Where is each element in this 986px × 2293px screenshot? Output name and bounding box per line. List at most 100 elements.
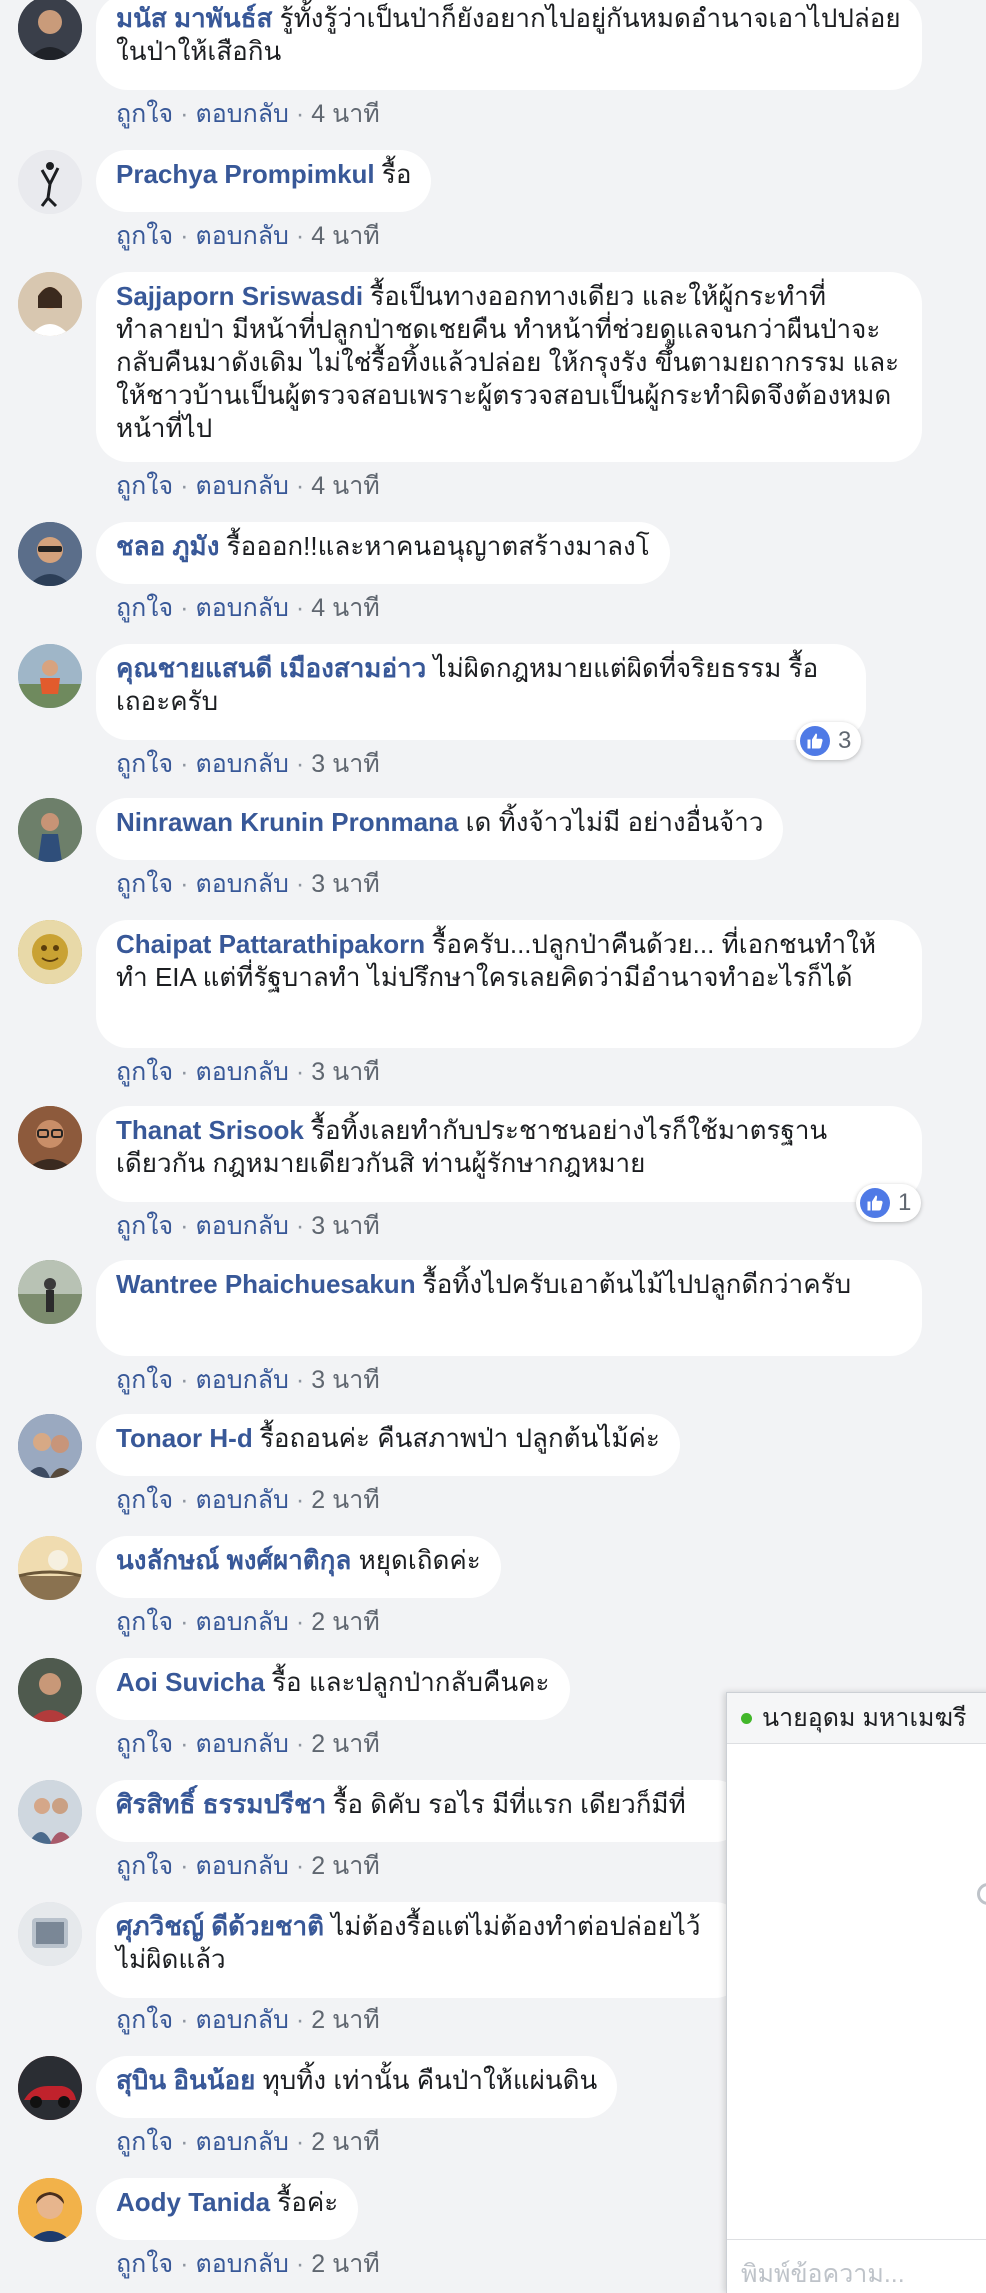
- comment-time[interactable]: 4 นาที: [311, 222, 379, 250]
- comment-author[interactable]: Ninrawan Krunin Pronmana: [116, 807, 458, 837]
- comment-actions: ถูกใจ · ตอบกลับ · 2 นาที: [116, 1602, 380, 1642]
- reply-link[interactable]: ตอบกลับ: [195, 472, 288, 500]
- like-link[interactable]: ถูกใจ: [116, 2128, 173, 2156]
- like-link[interactable]: ถูกใจ: [116, 100, 173, 128]
- reply-link[interactable]: ตอบกลับ: [195, 594, 288, 622]
- avatar[interactable]: [18, 1902, 82, 1966]
- reply-link[interactable]: ตอบกลับ: [195, 2128, 288, 2156]
- avatar[interactable]: [18, 644, 82, 708]
- like-link[interactable]: ถูกใจ: [116, 750, 173, 778]
- reply-link[interactable]: ตอบกลับ: [195, 1366, 288, 1394]
- avatar[interactable]: [18, 1106, 82, 1170]
- separator: ·: [295, 472, 305, 500]
- comment-time[interactable]: 2 นาที: [311, 2006, 379, 2034]
- like-link[interactable]: ถูกใจ: [116, 2250, 173, 2278]
- comment-author[interactable]: นงลักษณ์ พงศ์ผาติกุล: [116, 1545, 351, 1575]
- reply-link[interactable]: ตอบกลับ: [195, 1212, 288, 1240]
- comment-time[interactable]: 2 นาที: [311, 2128, 379, 2156]
- comment-time[interactable]: 3 นาที: [311, 750, 379, 778]
- comment-time[interactable]: 4 นาที: [311, 594, 379, 622]
- separator: ·: [180, 2006, 189, 2034]
- avatar[interactable]: [18, 1414, 82, 1478]
- reply-link[interactable]: ตอบกลับ: [195, 1058, 288, 1086]
- comment-author[interactable]: Aody Tanida: [116, 2187, 270, 2217]
- comment-author[interactable]: Thanat Srisook: [116, 1115, 304, 1145]
- reaction-count[interactable]: 3: [796, 722, 862, 760]
- comment-time[interactable]: 3 นาที: [311, 1212, 379, 1240]
- chat-header[interactable]: นายอุดม มหาเมฆรี: [727, 1693, 986, 1744]
- reply-link[interactable]: ตอบกลับ: [195, 222, 288, 250]
- like-link[interactable]: ถูกใจ: [116, 1486, 173, 1514]
- comment-author[interactable]: Prachya Prompimkul: [116, 159, 375, 189]
- comment-author[interactable]: มนัส มาพันธ์ส: [116, 3, 272, 33]
- avatar[interactable]: [18, 920, 82, 984]
- comment-bubble: Aoi Suvicha รื้อ และปลูกป่ากลับคืนคะ: [96, 1658, 570, 1720]
- comment-text: รื้อค่ะ: [277, 2187, 339, 2217]
- comment-time[interactable]: 3 นาที: [311, 870, 379, 898]
- reply-link[interactable]: ตอบกลับ: [195, 870, 288, 898]
- like-link[interactable]: ถูกใจ: [116, 1366, 173, 1394]
- comment-time[interactable]: 3 นาที: [311, 1058, 379, 1086]
- like-link[interactable]: ถูกใจ: [116, 2006, 173, 2034]
- separator: ·: [180, 2128, 189, 2156]
- comment-time[interactable]: 2 นาที: [311, 1486, 379, 1514]
- reply-link[interactable]: ตอบกลับ: [195, 1730, 288, 1758]
- comment-time[interactable]: 2 นาที: [311, 2250, 379, 2278]
- comment-author[interactable]: สุบิน อินน้อย: [116, 2065, 255, 2095]
- avatar[interactable]: [18, 522, 82, 586]
- comment-author[interactable]: คุณชายแสนดี เมืองสามอ่าว: [116, 653, 426, 683]
- chat-contact-name[interactable]: นายอุดม มหาเมฆรี: [762, 1698, 966, 1738]
- comment-bubble: Aody Tanida รื้อค่ะ: [96, 2178, 359, 2240]
- avatar[interactable]: [18, 1536, 82, 1600]
- comment-time[interactable]: 2 นาที: [311, 1852, 379, 1880]
- comment-time[interactable]: 2 นาที: [311, 1608, 379, 1636]
- comment-author[interactable]: Sajjaporn Sriswasdi: [116, 281, 363, 311]
- reaction-count[interactable]: 1: [856, 1184, 922, 1222]
- separator: ·: [295, 100, 305, 128]
- chat-message-input[interactable]: พิมพ์ข้อความ...: [727, 2239, 986, 2293]
- avatar[interactable]: [18, 1658, 82, 1722]
- reply-link[interactable]: ตอบกลับ: [195, 2006, 288, 2034]
- like-link[interactable]: ถูกใจ: [116, 472, 173, 500]
- reply-link[interactable]: ตอบกลับ: [195, 1486, 288, 1514]
- avatar[interactable]: [18, 798, 82, 862]
- comment-actions: ถูกใจ · ตอบกลับ · 3 นาที: [116, 1360, 380, 1400]
- avatar[interactable]: [18, 2178, 82, 2242]
- comment-bubble: Wantree Phaichuesakun รื้อทิ้งไปครับเอาต…: [96, 1260, 922, 1356]
- comment-author[interactable]: Tonaor H-d: [116, 1423, 253, 1453]
- reply-link[interactable]: ตอบกลับ: [195, 100, 288, 128]
- like-link[interactable]: ถูกใจ: [116, 1212, 173, 1240]
- like-link[interactable]: ถูกใจ: [116, 1730, 173, 1758]
- reply-link[interactable]: ตอบกลับ: [195, 1608, 288, 1636]
- comment-time[interactable]: 3 นาที: [311, 1366, 379, 1394]
- like-link[interactable]: ถูกใจ: [116, 1608, 173, 1636]
- reply-link[interactable]: ตอบกลับ: [195, 1852, 288, 1880]
- like-link[interactable]: ถูกใจ: [116, 1852, 173, 1880]
- avatar[interactable]: [18, 150, 82, 214]
- like-link[interactable]: ถูกใจ: [116, 1058, 173, 1086]
- avatar[interactable]: [18, 1780, 82, 1844]
- comment-author[interactable]: ชลอ ภูมัง: [116, 531, 219, 561]
- avatar[interactable]: [18, 0, 82, 60]
- like-link[interactable]: ถูกใจ: [116, 870, 173, 898]
- avatar[interactable]: [18, 272, 82, 336]
- like-link[interactable]: ถูกใจ: [116, 222, 173, 250]
- comment-author[interactable]: ศิรสิทธิ์ ธรรมปรีชา: [116, 1789, 326, 1819]
- comment-time[interactable]: 2 นาที: [311, 1730, 379, 1758]
- separator: ·: [295, 2250, 305, 2278]
- comment-author[interactable]: Chaipat Pattarathipakorn: [116, 929, 425, 959]
- comment-author[interactable]: Wantree Phaichuesakun: [116, 1269, 416, 1299]
- reply-link[interactable]: ตอบกลับ: [195, 2250, 288, 2278]
- separator: ·: [295, 1608, 305, 1636]
- avatar[interactable]: [18, 2056, 82, 2120]
- comment-text: ทุบทิ้ง เท่านั้น คืนป่าให้แผ่นดิน: [262, 2065, 598, 2095]
- comment-author[interactable]: ศุภวิชญ์ ดีด้วยชาติ: [116, 1911, 324, 1941]
- comment-time[interactable]: 4 นาที: [311, 472, 379, 500]
- avatar[interactable]: [18, 1260, 82, 1324]
- separator: ·: [295, 1852, 305, 1880]
- separator: ·: [295, 1212, 305, 1240]
- like-link[interactable]: ถูกใจ: [116, 594, 173, 622]
- reply-link[interactable]: ตอบกลับ: [195, 750, 288, 778]
- comment-time[interactable]: 4 นาที: [311, 100, 379, 128]
- comment-author[interactable]: Aoi Suvicha: [116, 1667, 265, 1697]
